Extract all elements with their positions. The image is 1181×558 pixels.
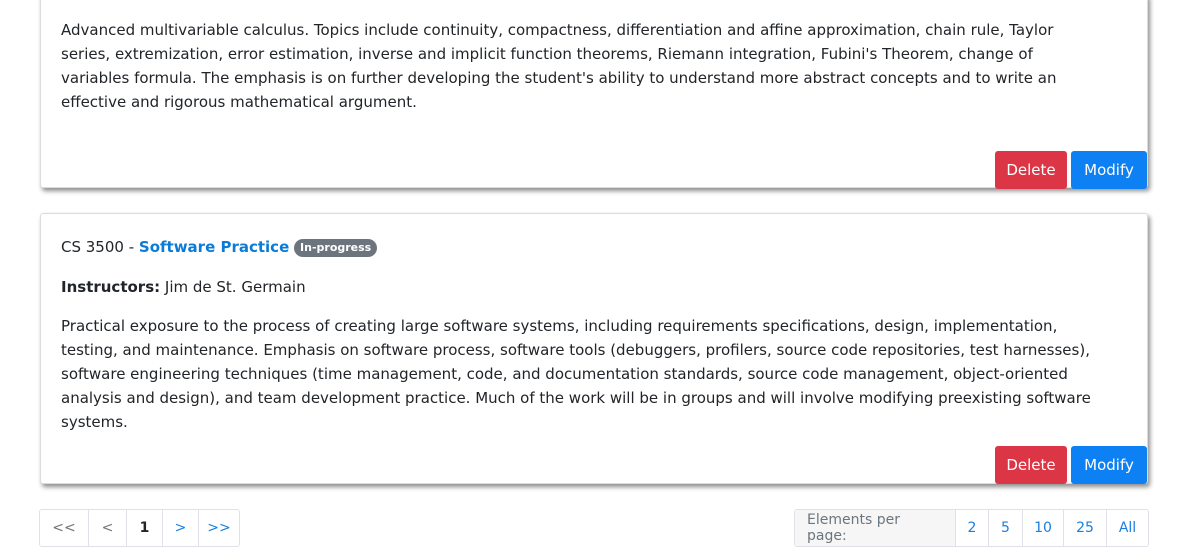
last-page-button[interactable]: >> <box>198 510 239 546</box>
page-size-label: Elements per page: <box>795 510 955 546</box>
instructors-value: Jim de St. Germain <box>160 278 306 296</box>
course-title: CS 3500 - Software Practice In-progress <box>61 235 378 259</box>
instructors-label: Instructors: <box>61 278 161 296</box>
course-card: CS 3500 - Software Practice In-progress … <box>40 213 1148 484</box>
status-badge: In-progress <box>294 239 378 257</box>
pagination: << < 1 > >> <box>39 509 240 547</box>
next-page-button[interactable]: > <box>162 510 198 546</box>
course-name-link[interactable]: Software Practice <box>139 238 289 256</box>
delete-button[interactable]: Delete <box>995 446 1067 484</box>
course-description: Advanced multivariable calculus. Topics … <box>61 21 1057 111</box>
prev-page-button[interactable]: < <box>88 510 126 546</box>
instructors-line: Instructors: Jim de St. Germain <box>61 275 306 299</box>
course-description: Practical exposure to the process of cre… <box>61 317 1091 431</box>
delete-button[interactable]: Delete <box>995 151 1067 189</box>
course-card: Advanced multivariable calculus. Topics … <box>40 0 1148 189</box>
page-size-option[interactable]: 5 <box>988 510 1022 546</box>
modify-button[interactable]: Modify <box>1071 446 1147 484</box>
current-page[interactable]: 1 <box>126 510 162 546</box>
page-size-option[interactable]: 10 <box>1022 510 1063 546</box>
course-code: CS 3500 - <box>61 238 139 256</box>
first-page-button[interactable]: << <box>40 510 88 546</box>
page-size-option[interactable]: 2 <box>955 510 988 546</box>
page-size-option-all[interactable]: All <box>1106 510 1148 546</box>
modify-button[interactable]: Modify <box>1071 151 1147 189</box>
page-size-selector: Elements per page: 2 5 10 25 All <box>794 509 1149 547</box>
page-size-option[interactable]: 25 <box>1063 510 1106 546</box>
